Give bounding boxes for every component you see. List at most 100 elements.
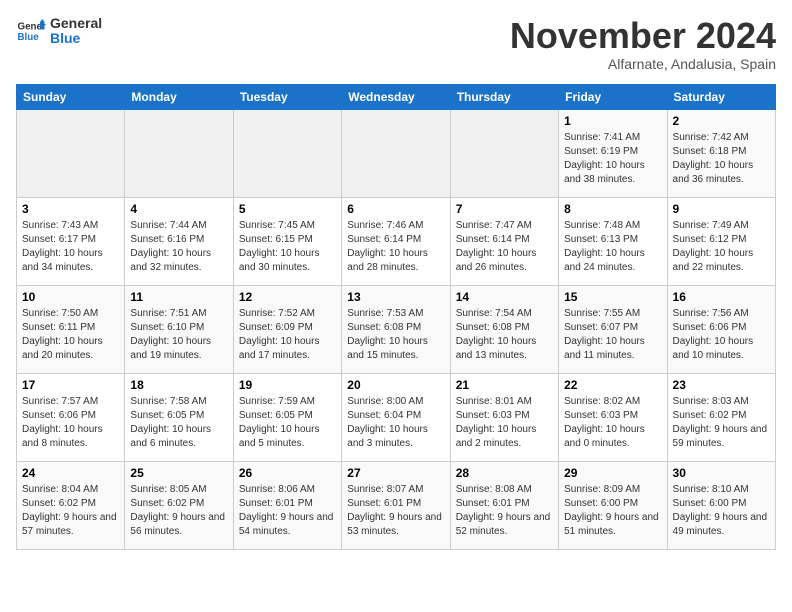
weekday-header: Wednesday (342, 84, 450, 109)
calendar-day-cell: 6 Sunrise: 7:46 AM Sunset: 6:14 PM Daylig… (342, 197, 450, 285)
calendar-day-cell: 12 Sunrise: 7:52 AM Sunset: 6:09 PM Dayli… (233, 285, 341, 373)
day-number: 2 (673, 114, 770, 128)
day-info: Sunrise: 7:44 AM Sunset: 6:16 PM Dayligh… (130, 219, 227, 275)
day-info: Sunrise: 7:47 AM Sunset: 6:14 PM Dayligh… (456, 219, 553, 275)
calendar-day-cell: 23 Sunrise: 8:03 AM Sunset: 6:02 PM Dayli… (667, 373, 775, 461)
calendar-day-cell: 21 Sunrise: 8:01 AM Sunset: 6:03 PM Dayli… (450, 373, 558, 461)
day-number: 5 (239, 202, 336, 216)
weekday-header: Monday (125, 84, 233, 109)
day-number: 29 (564, 466, 661, 480)
day-info: Sunrise: 7:43 AM Sunset: 6:17 PM Dayligh… (22, 219, 119, 275)
day-info: Sunrise: 7:52 AM Sunset: 6:09 PM Dayligh… (239, 307, 336, 363)
day-info: Sunrise: 7:46 AM Sunset: 6:14 PM Dayligh… (347, 219, 444, 275)
day-number: 9 (673, 202, 770, 216)
day-info: Sunrise: 8:04 AM Sunset: 6:02 PM Dayligh… (22, 483, 119, 539)
logo-general: General (50, 16, 102, 31)
weekday-header: Tuesday (233, 84, 341, 109)
calendar-day-cell (125, 109, 233, 197)
day-info: Sunrise: 8:00 AM Sunset: 6:04 PM Dayligh… (347, 395, 444, 451)
calendar-week-row: 3 Sunrise: 7:43 AM Sunset: 6:17 PM Daylig… (17, 197, 776, 285)
calendar-day-cell: 19 Sunrise: 7:59 AM Sunset: 6:05 PM Dayli… (233, 373, 341, 461)
day-number: 28 (456, 466, 553, 480)
day-info: Sunrise: 8:08 AM Sunset: 6:01 PM Dayligh… (456, 483, 553, 539)
day-info: Sunrise: 8:10 AM Sunset: 6:00 PM Dayligh… (673, 483, 770, 539)
day-info: Sunrise: 7:55 AM Sunset: 6:07 PM Dayligh… (564, 307, 661, 363)
day-info: Sunrise: 8:03 AM Sunset: 6:02 PM Dayligh… (673, 395, 770, 451)
calendar-day-cell: 26 Sunrise: 8:06 AM Sunset: 6:01 PM Dayli… (233, 461, 341, 549)
day-number: 12 (239, 290, 336, 304)
weekday-header: Friday (559, 84, 667, 109)
weekday-header: Sunday (17, 84, 125, 109)
calendar-day-cell: 1 Sunrise: 7:41 AM Sunset: 6:19 PM Daylig… (559, 109, 667, 197)
day-number: 25 (130, 466, 227, 480)
logo: General Blue General Blue (16, 16, 102, 47)
calendar-header-row: SundayMondayTuesdayWednesdayThursdayFrid… (17, 84, 776, 109)
day-info: Sunrise: 8:06 AM Sunset: 6:01 PM Dayligh… (239, 483, 336, 539)
calendar-day-cell: 27 Sunrise: 8:07 AM Sunset: 6:01 PM Dayli… (342, 461, 450, 549)
day-info: Sunrise: 7:42 AM Sunset: 6:18 PM Dayligh… (673, 131, 770, 187)
calendar-day-cell: 8 Sunrise: 7:48 AM Sunset: 6:13 PM Daylig… (559, 197, 667, 285)
day-info: Sunrise: 7:51 AM Sunset: 6:10 PM Dayligh… (130, 307, 227, 363)
calendar-table: SundayMondayTuesdayWednesdayThursdayFrid… (16, 84, 776, 550)
calendar-day-cell: 9 Sunrise: 7:49 AM Sunset: 6:12 PM Daylig… (667, 197, 775, 285)
calendar-day-cell: 10 Sunrise: 7:50 AM Sunset: 6:11 PM Dayli… (17, 285, 125, 373)
calendar-day-cell (450, 109, 558, 197)
calendar-day-cell: 7 Sunrise: 7:47 AM Sunset: 6:14 PM Daylig… (450, 197, 558, 285)
day-info: Sunrise: 7:48 AM Sunset: 6:13 PM Dayligh… (564, 219, 661, 275)
day-number: 19 (239, 378, 336, 392)
day-info: Sunrise: 8:01 AM Sunset: 6:03 PM Dayligh… (456, 395, 553, 451)
calendar-week-row: 17Sunrise: 7:57 AM Sunset: 6:06 PM Dayli… (17, 373, 776, 461)
calendar-day-cell: 11 Sunrise: 7:51 AM Sunset: 6:10 PM Dayli… (125, 285, 233, 373)
day-number: 26 (239, 466, 336, 480)
day-number: 24 (22, 466, 119, 480)
day-number: 1 (564, 114, 661, 128)
calendar-day-cell: 2 Sunrise: 7:42 AM Sunset: 6:18 PM Daylig… (667, 109, 775, 197)
calendar-week-row: 24 Sunrise: 8:04 AM Sunset: 6:02 PM Dayli… (17, 461, 776, 549)
calendar-day-cell: 16Sunrise: 7:56 AM Sunset: 6:06 PM Dayli… (667, 285, 775, 373)
day-info: Sunrise: 7:41 AM Sunset: 6:19 PM Dayligh… (564, 131, 661, 187)
calendar-day-cell: 4 Sunrise: 7:44 AM Sunset: 6:16 PM Daylig… (125, 197, 233, 285)
day-number: 20 (347, 378, 444, 392)
calendar-day-cell: 14 Sunrise: 7:54 AM Sunset: 6:08 PM Dayli… (450, 285, 558, 373)
day-number: 13 (347, 290, 444, 304)
day-info: Sunrise: 7:49 AM Sunset: 6:12 PM Dayligh… (673, 219, 770, 275)
day-number: 21 (456, 378, 553, 392)
day-number: 27 (347, 466, 444, 480)
calendar-body: 1 Sunrise: 7:41 AM Sunset: 6:19 PM Daylig… (17, 109, 776, 549)
calendar-week-row: 10 Sunrise: 7:50 AM Sunset: 6:11 PM Dayli… (17, 285, 776, 373)
calendar-day-cell: 24 Sunrise: 8:04 AM Sunset: 6:02 PM Dayli… (17, 461, 125, 549)
day-info: Sunrise: 7:45 AM Sunset: 6:15 PM Dayligh… (239, 219, 336, 275)
month-title: November 2024 (510, 16, 776, 56)
day-number: 11 (130, 290, 227, 304)
day-number: 22 (564, 378, 661, 392)
calendar-day-cell: 17Sunrise: 7:57 AM Sunset: 6:06 PM Dayli… (17, 373, 125, 461)
calendar-week-row: 1 Sunrise: 7:41 AM Sunset: 6:19 PM Daylig… (17, 109, 776, 197)
day-number: 6 (347, 202, 444, 216)
calendar-day-cell: 25 Sunrise: 8:05 AM Sunset: 6:02 PM Dayli… (125, 461, 233, 549)
logo-blue: Blue (50, 31, 102, 46)
calendar-day-cell: 28 Sunrise: 8:08 AM Sunset: 6:01 PM Dayli… (450, 461, 558, 549)
day-info: Sunrise: 7:50 AM Sunset: 6:11 PM Dayligh… (22, 307, 119, 363)
calendar-day-cell (233, 109, 341, 197)
day-info: Sunrise: 8:05 AM Sunset: 6:02 PM Dayligh… (130, 483, 227, 539)
day-info: Sunrise: 7:58 AM Sunset: 6:05 PM Dayligh… (130, 395, 227, 451)
day-number: 14 (456, 290, 553, 304)
day-number: 3 (22, 202, 119, 216)
logo-icon: General Blue (16, 16, 46, 46)
day-info: Sunrise: 7:54 AM Sunset: 6:08 PM Dayligh… (456, 307, 553, 363)
day-number: 23 (673, 378, 770, 392)
day-number: 7 (456, 202, 553, 216)
day-info: Sunrise: 7:59 AM Sunset: 6:05 PM Dayligh… (239, 395, 336, 451)
day-number: 15 (564, 290, 661, 304)
title-block: November 2024 Alfarnate, Andalusia, Spai… (510, 16, 776, 72)
day-number: 10 (22, 290, 119, 304)
calendar-day-cell: 3 Sunrise: 7:43 AM Sunset: 6:17 PM Daylig… (17, 197, 125, 285)
calendar-day-cell: 15 Sunrise: 7:55 AM Sunset: 6:07 PM Dayli… (559, 285, 667, 373)
day-info: Sunrise: 8:02 AM Sunset: 6:03 PM Dayligh… (564, 395, 661, 451)
day-info: Sunrise: 8:07 AM Sunset: 6:01 PM Dayligh… (347, 483, 444, 539)
day-info: Sunrise: 7:56 AM Sunset: 6:06 PM Dayligh… (673, 307, 770, 363)
calendar-day-cell: 18Sunrise: 7:58 AM Sunset: 6:05 PM Dayli… (125, 373, 233, 461)
weekday-header: Thursday (450, 84, 558, 109)
day-number: 4 (130, 202, 227, 216)
day-number: 8 (564, 202, 661, 216)
